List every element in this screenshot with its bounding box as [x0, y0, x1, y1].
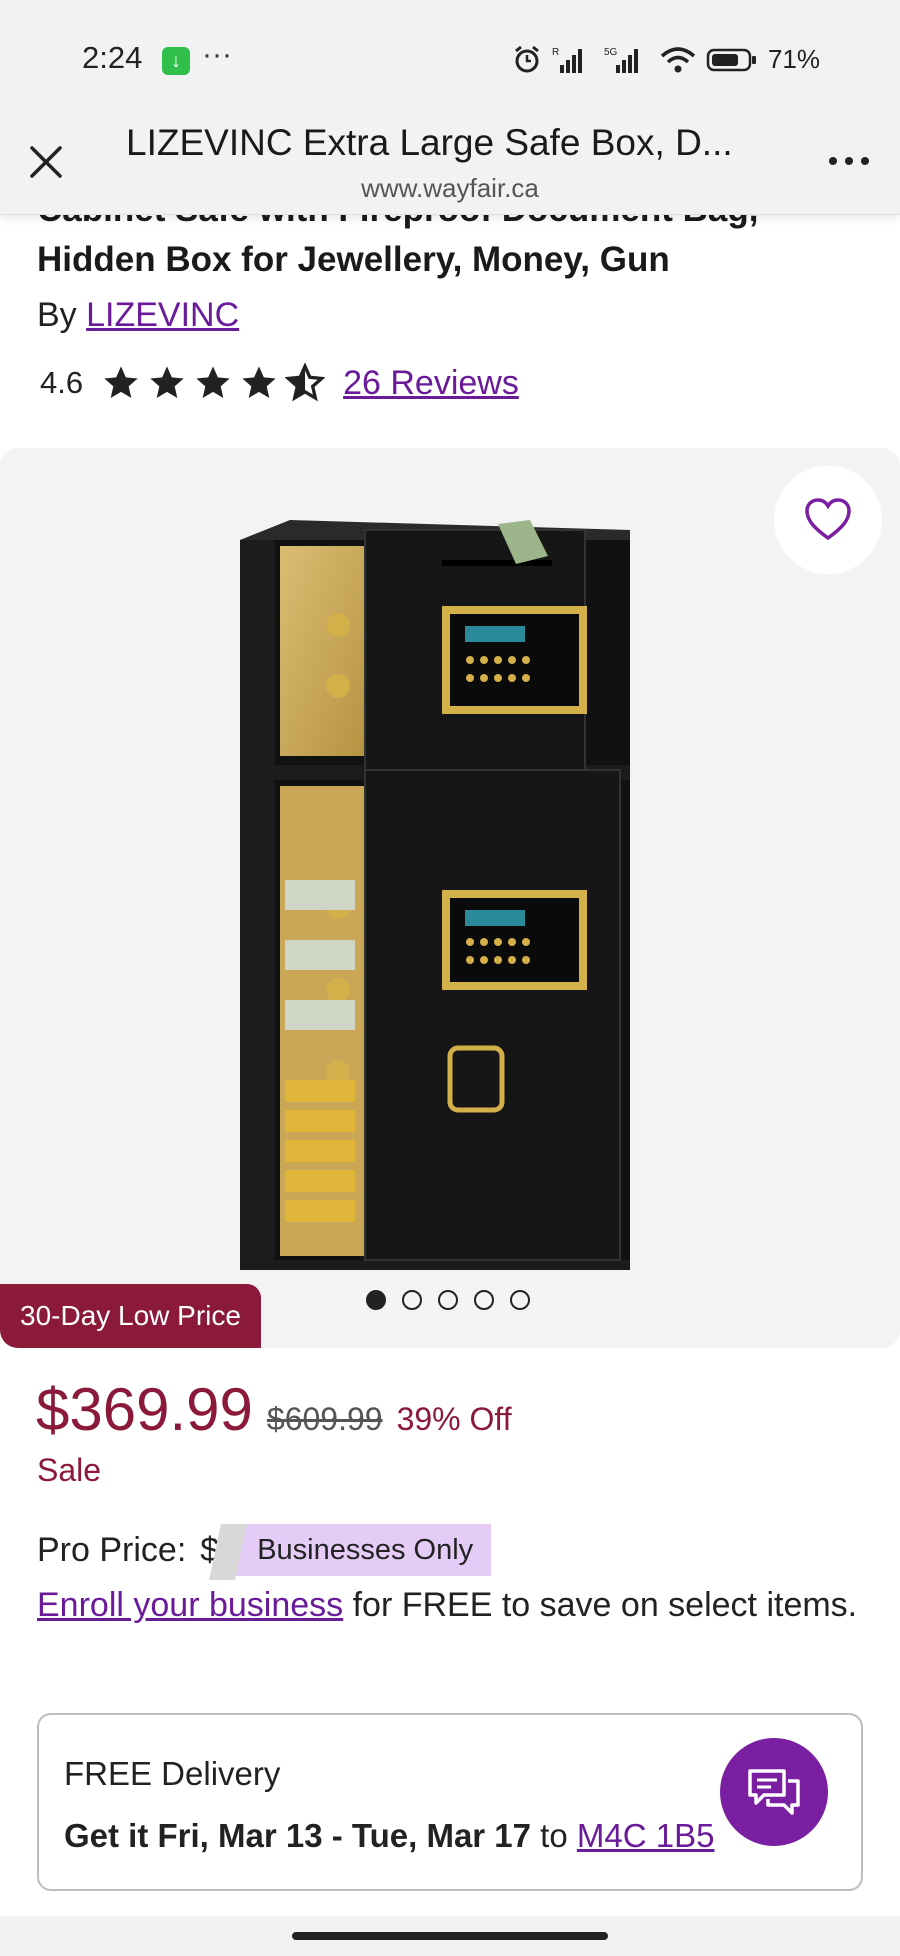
discount-label: 39% Off: [396, 1401, 512, 1437]
businesses-only-badge: Businesses Only: [223, 1524, 492, 1576]
brand-link[interactable]: LIZEVINC: [86, 296, 239, 334]
page-url: www.wayfair.ca: [361, 173, 539, 203]
signal-5g-icon: 5G: [604, 47, 638, 73]
product-image-gallery[interactable]: 30-Day Low Price: [0, 448, 900, 1348]
battery-percent: 71%: [767, 44, 820, 74]
enroll-description: for FREE to save on select items.: [343, 1586, 858, 1624]
sale-price: $369.99: [36, 1376, 253, 1443]
pro-price-row: Pro Price: $ Businesses Only: [37, 1524, 492, 1576]
pro-price-label: Pro Price:: [37, 1530, 187, 1569]
half-star-icon: [285, 363, 326, 402]
star-icon: [150, 366, 184, 398]
alarm-icon: [515, 45, 539, 72]
page-title: LIZEVINC Extra Large Safe Box, D...: [126, 122, 733, 163]
star-rating: [101, 363, 326, 403]
star-icon: [196, 366, 230, 398]
free-delivery-label: FREE Delivery: [64, 1755, 281, 1792]
carousel-dots: [366, 1290, 530, 1310]
carousel-dot[interactable]: [366, 1290, 386, 1310]
carousel-dot[interactable]: [402, 1290, 422, 1310]
chat-button[interactable]: [720, 1738, 828, 1846]
carousel-dot[interactable]: [474, 1290, 494, 1310]
rating-row: 4.6 26 Reviews: [40, 360, 519, 406]
original-price: $609.99: [266, 1401, 383, 1437]
more-icon[interactable]: [824, 146, 874, 176]
delivery-to: to: [531, 1817, 577, 1854]
status-bar: 2:24 ↓ ··· R 5G 71%: [0, 0, 900, 110]
chat-icon: [748, 1769, 800, 1815]
wifi-icon: [660, 46, 696, 72]
favorite-button[interactable]: [774, 466, 882, 574]
byline: By LIZEVINC: [37, 296, 239, 335]
star-icon: [242, 366, 276, 398]
product-image[interactable]: [230, 520, 640, 1280]
status-time: 2:24: [82, 40, 143, 75]
by-prefix: By: [37, 296, 87, 334]
battery-icon: [706, 48, 756, 71]
carousel-dot[interactable]: [510, 1290, 530, 1310]
price-row: $369.99 $609.99 39% Off: [36, 1375, 512, 1444]
delivery-dates: Get it Fri, Mar 13 - Tue, Mar 17 to M4C …: [64, 1817, 714, 1855]
enroll-business-link[interactable]: Enroll your business: [37, 1586, 343, 1624]
browser-header: LIZEVINC Extra Large Safe Box, D... www.…: [0, 110, 900, 215]
reviews-link[interactable]: 26 Reviews: [343, 364, 519, 403]
carousel-dot[interactable]: [438, 1290, 458, 1310]
sale-label: Sale: [37, 1452, 102, 1488]
postal-code-link[interactable]: M4C 1B5: [577, 1817, 715, 1854]
svg-text:R: R: [552, 47, 559, 58]
download-icon: ↓: [162, 47, 190, 75]
low-price-badge: 30-Day Low Price: [0, 1284, 261, 1348]
signal-icon: R: [552, 47, 582, 73]
more-notifications-icon: ···: [202, 38, 232, 71]
status-icons: R 5G 71%: [512, 44, 820, 75]
home-indicator[interactable]: [292, 1932, 608, 1940]
delivery-date-range: Get it Fri, Mar 13 - Tue, Mar 17: [64, 1817, 532, 1854]
rating-value: 4.6: [40, 365, 84, 400]
enroll-text: Enroll your business for FREE to save on…: [37, 1578, 867, 1632]
star-icon: [104, 366, 138, 398]
svg-text:5G: 5G: [604, 47, 618, 58]
heart-icon: [805, 498, 851, 541]
